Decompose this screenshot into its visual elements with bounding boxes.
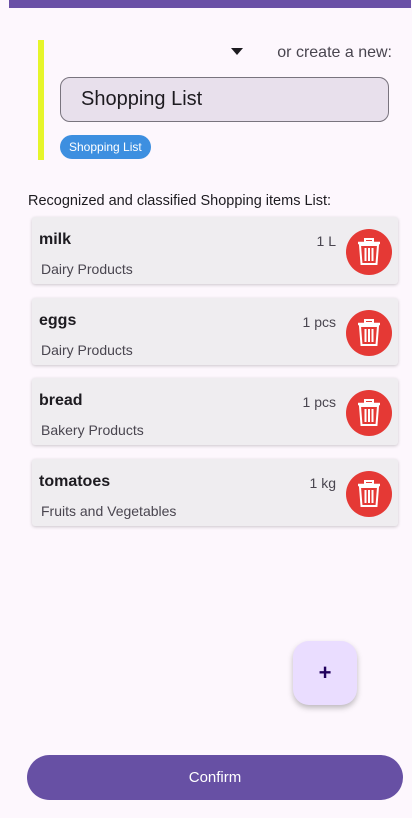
items-section-heading: Recognized and classified Shopping items… [28, 193, 332, 209]
delete-item-button[interactable] [346, 390, 392, 436]
app-screen: or create a new: Shopping List Recognize… [0, 0, 412, 818]
confirm-button[interactable]: Confirm [27, 755, 403, 800]
create-new-label: or create a new: [277, 44, 392, 61]
item-quantity: 1 pcs [302, 394, 336, 410]
delete-item-button[interactable] [346, 471, 392, 517]
delete-item-button[interactable] [346, 229, 392, 275]
trash-icon [358, 319, 380, 346]
list-name-input[interactable] [60, 77, 389, 122]
item-name: bread [39, 392, 83, 409]
top-app-bar [9, 0, 411, 8]
add-item-button[interactable]: + [293, 641, 357, 705]
item-category: Dairy Products [41, 261, 133, 277]
trash-icon [358, 399, 380, 426]
list-item: tomatoes 1 kg Fruits and Vegetables [32, 459, 398, 526]
item-quantity: 1 pcs [302, 314, 336, 330]
trash-icon [358, 480, 380, 507]
item-quantity: 1 kg [309, 475, 336, 491]
selected-list-chip[interactable]: Shopping List [60, 135, 151, 159]
item-category: Fruits and Vegetables [41, 503, 177, 519]
trash-icon [358, 238, 380, 265]
accent-divider [38, 40, 44, 160]
item-name: milk [39, 231, 72, 248]
list-item: milk 1 L Dairy Products [32, 217, 398, 284]
item-name: eggs [39, 312, 77, 329]
item-category: Bakery Products [41, 422, 144, 438]
list-item: eggs 1 pcs Dairy Products [32, 298, 398, 365]
item-name: tomatoes [39, 473, 111, 490]
item-quantity: 1 L [316, 233, 336, 249]
item-category: Dairy Products [41, 342, 133, 358]
delete-item-button[interactable] [346, 310, 392, 356]
dropdown-arrow-icon[interactable] [231, 48, 243, 55]
list-item: bread 1 pcs Bakery Products [32, 378, 398, 445]
